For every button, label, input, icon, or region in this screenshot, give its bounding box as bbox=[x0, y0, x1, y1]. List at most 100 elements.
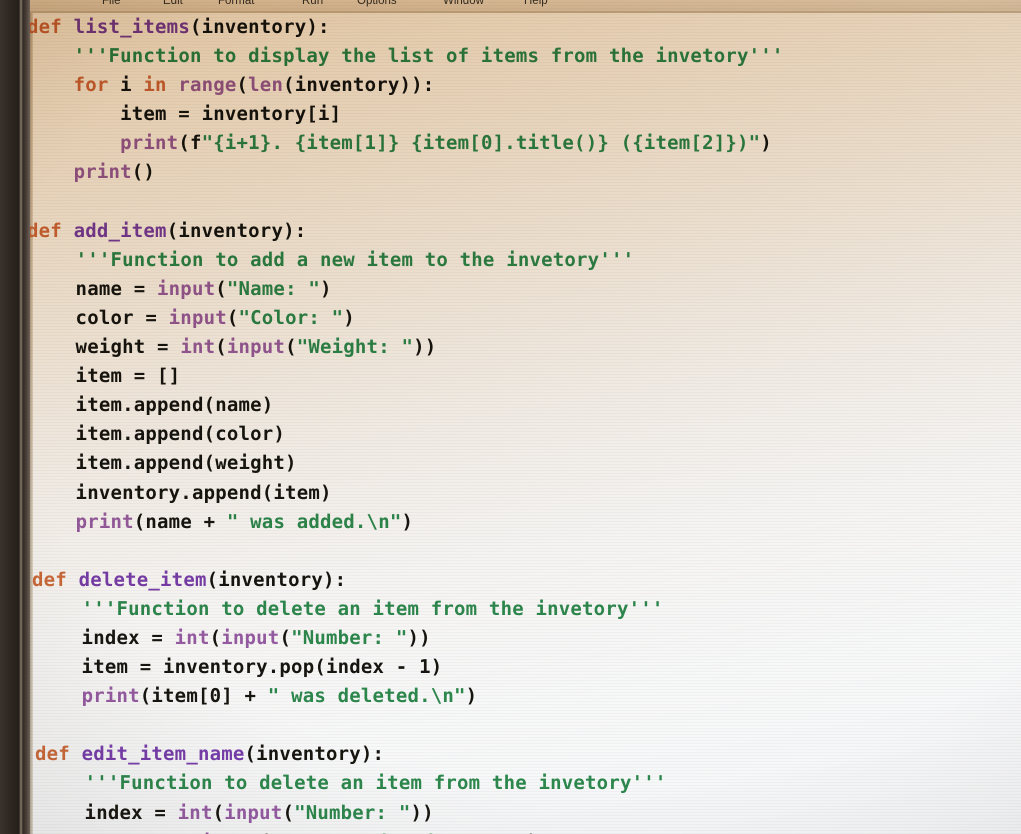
code-line[interactable]: weight = int(input("Weight: ")) bbox=[29, 333, 1021, 362]
code-token-pl: item.append(weight) bbox=[29, 452, 297, 475]
code-token-kw: def bbox=[32, 568, 79, 591]
code-token-str: "Weight: " bbox=[296, 336, 414, 359]
code-token-pl: )) bbox=[413, 336, 437, 359]
code-token-str: '''Function to delete an item from the i… bbox=[84, 772, 667, 795]
code-line[interactable]: item = inventory.pop(index - 1) bbox=[35, 653, 1021, 682]
code-token-pl: (item[0] + bbox=[139, 685, 268, 708]
menu-item-window[interactable]: Window bbox=[443, 0, 484, 7]
code-token-pl: inventory.append(item) bbox=[29, 481, 332, 504]
code-line[interactable]: '''Function to add a new item to the inv… bbox=[29, 246, 1021, 275]
code-line[interactable] bbox=[27, 188, 1021, 217]
code-token-pl: )) bbox=[407, 626, 431, 649]
code-token-pl: item.append(color) bbox=[29, 423, 286, 446]
code-line[interactable] bbox=[29, 537, 1021, 566]
menu-item-help[interactable]: Help bbox=[524, 0, 548, 7]
code-token-str: '''Function to display the list of items… bbox=[73, 45, 784, 68]
code-line[interactable]: print(item[0] + " was deleted.\n") bbox=[35, 682, 1021, 711]
code-token-pl: (name + bbox=[133, 510, 227, 533]
code-token-bi: input bbox=[226, 336, 286, 359]
code-line[interactable]: '''Function to delete an item from the i… bbox=[38, 769, 1021, 798]
code-line[interactable]: name = input("Name: ") bbox=[29, 275, 1021, 304]
code-token-pl: () bbox=[131, 161, 156, 184]
code-token-bi: print bbox=[120, 132, 179, 155]
code-token-pl: ( bbox=[259, 831, 271, 834]
menu-item-edit[interactable]: Edit bbox=[163, 0, 183, 7]
code-line[interactable]: item.append(color) bbox=[29, 420, 1021, 449]
code-token-fn: delete_item bbox=[78, 568, 207, 591]
menu-item-options[interactable]: Options bbox=[357, 0, 397, 7]
code-token-pl: ( bbox=[285, 336, 297, 359]
code-token-str: "Number: " bbox=[294, 801, 411, 824]
code-token-bi: print bbox=[73, 161, 132, 184]
code-token-str: "Name: " bbox=[226, 277, 320, 300]
code-line[interactable]: item.append(name) bbox=[29, 391, 1021, 420]
code-token-pl: ) bbox=[343, 306, 355, 329]
code-token-kw: def bbox=[27, 219, 74, 242]
code-token-pl: weight = bbox=[29, 336, 181, 359]
code-line[interactable]: def list_items(inventory): bbox=[27, 13, 1021, 42]
code-line[interactable]: index = int(input("Number: ")) bbox=[35, 624, 1021, 653]
code-token-pl: (inventory): bbox=[244, 743, 385, 766]
code-token-pl: ( bbox=[226, 306, 239, 329]
code-token-pl: )) bbox=[410, 801, 434, 824]
code-line[interactable]: index = int(input("Number: ")) bbox=[38, 799, 1021, 828]
bezel-highlight bbox=[19, 0, 23, 834]
code-line[interactable]: '''Function to delete an item from the i… bbox=[35, 595, 1021, 624]
code-token-kw: def bbox=[27, 16, 74, 38]
menu-bar[interactable]: File Edit Format Run Options Window Help bbox=[27, 0, 1021, 11]
code-token-pl: ) bbox=[401, 510, 414, 533]
code-line[interactable] bbox=[35, 711, 1021, 740]
code-token-pl: index = bbox=[35, 626, 175, 649]
code-token-bi: print bbox=[75, 510, 134, 533]
code-line[interactable]: def delete_item(inventory): bbox=[32, 566, 1021, 595]
code-token-pl: (inventory): bbox=[166, 219, 307, 242]
menu-item-format[interactable]: Format bbox=[218, 0, 254, 7]
menu-item-file[interactable]: File bbox=[102, 0, 121, 7]
code-token-pl: ( bbox=[215, 336, 227, 359]
code-token-pl: (f bbox=[178, 132, 202, 155]
code-token-str: "Enter updated name: " bbox=[271, 831, 527, 834]
code-line[interactable]: print() bbox=[27, 158, 1021, 187]
code-line[interactable]: inventory.append(item) bbox=[29, 479, 1021, 508]
code-token-bi: input bbox=[224, 801, 283, 824]
code-line[interactable]: print(f"{i+1}. {item[1]} {item[0].title(… bbox=[27, 129, 1021, 158]
code-line[interactable]: color = input("Color: ") bbox=[29, 304, 1021, 333]
code-token-str: " was added.\n" bbox=[226, 510, 402, 533]
code-token-bi: int bbox=[177, 801, 213, 824]
code-token-bi: input bbox=[157, 277, 216, 300]
monitor-screen: File Edit Format Run Options Window Help def l… bbox=[27, 0, 1021, 834]
code-line[interactable]: '''Function to display the list of items… bbox=[27, 42, 1021, 71]
code-token-pl: name = bbox=[29, 277, 158, 300]
code-text[interactable]: def list_items(inventory): '''Function t… bbox=[27, 13, 1021, 834]
code-line[interactable]: def edit_item_name(inventory): bbox=[35, 740, 1021, 769]
code-line[interactable]: item = inventory[i] bbox=[27, 100, 1021, 129]
code-token-bi: input bbox=[221, 626, 280, 649]
code-line[interactable]: for i in range(len(inventory)): bbox=[27, 71, 1021, 100]
code-line[interactable]: item.append(weight) bbox=[29, 449, 1021, 478]
code-token-str: "Color: " bbox=[238, 306, 344, 329]
code-token-pl: ( bbox=[279, 626, 292, 649]
code-line[interactable]: newName = input("Enter updated name: ") bbox=[38, 828, 1021, 834]
code-token-pl: ) bbox=[320, 277, 332, 300]
code-token-pl: (inventory): bbox=[189, 16, 330, 38]
code-token-fn: add_item bbox=[73, 219, 167, 242]
code-token-pl: i bbox=[108, 74, 144, 97]
code-token-pl: ( bbox=[209, 626, 222, 649]
code-token-pl: index = bbox=[38, 801, 178, 824]
code-token-pl: color = bbox=[29, 306, 169, 329]
code-token-bi: input bbox=[168, 306, 227, 329]
code-line[interactable]: print(name + " was added.\n") bbox=[29, 508, 1021, 537]
code-line[interactable]: def add_item(inventory): bbox=[27, 217, 1021, 246]
code-token-bi: input bbox=[201, 831, 259, 834]
code-line[interactable]: item = [] bbox=[29, 362, 1021, 391]
code-token-bi: len bbox=[248, 74, 284, 97]
menu-item-run[interactable]: Run bbox=[302, 0, 323, 7]
code-token-pl: ( bbox=[212, 801, 225, 824]
